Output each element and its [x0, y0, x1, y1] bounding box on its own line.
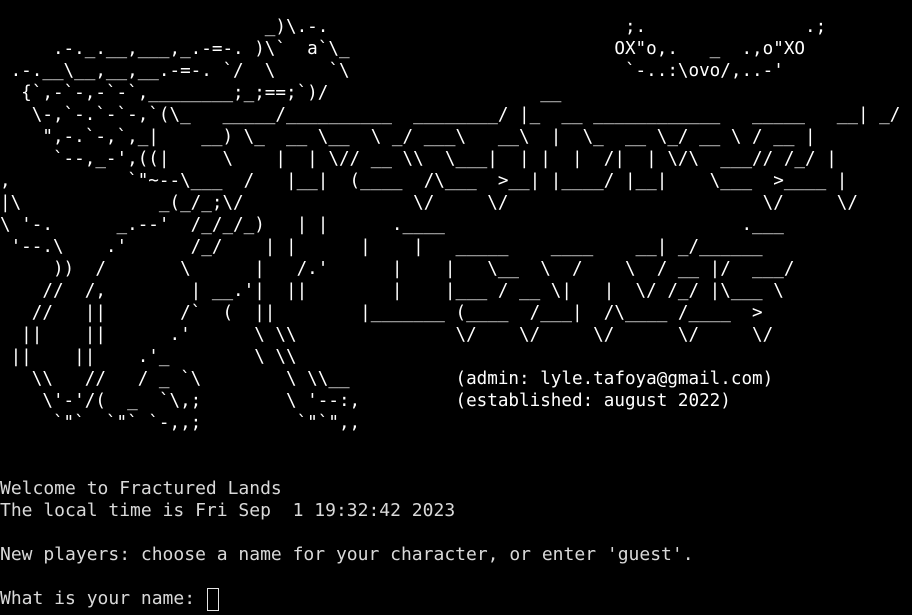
ascii-banner-line-18: \'-'/( _ `\,; \ '--:, (established: augu… — [0, 391, 731, 411]
ascii-banner-line-6: ",-.`-,`,_| __) \_ __ \__ \ _/ ___\ __\ … — [0, 127, 816, 147]
ascii-banner-line-12: )) / \ | /.' | | \__ \ / \ / __ |/ ___/ — [0, 259, 795, 279]
ascii-banner-line-13: // /, | __.'| || | |___ / __ \| | \/ /_/… — [0, 281, 784, 301]
ascii-banner-line-9: |\ _(_/_;\/ \/ \/ \/ \/ — [0, 193, 858, 213]
terminal-window[interactable]: _)\.-. ;. .; .-._.__,___,_.-=-. )\` a`\_… — [0, 0, 912, 615]
ascii-banner-line-14: // || /` ( || |_______ (____ /___| /\___… — [0, 303, 763, 323]
new-player-instructions: New players: choose a name for your char… — [0, 544, 694, 565]
name-prompt-row[interactable]: What is your name: — [0, 588, 219, 611]
welcome-message: Welcome to Fractured Lands — [0, 478, 282, 499]
ascii-banner-line-5: \-,`-.`-`-,`(\_ _____/__________ _______… — [0, 105, 901, 125]
ascii-banner-line-16: || || .'_ \ \\ — [0, 347, 297, 367]
name-prompt-label: What is your name: — [0, 588, 206, 609]
ascii-banner-line-11: '--.\ .' /_/ | | | | _____ ____ __| _/__… — [0, 237, 763, 257]
ascii-banner-line-4: {`,-`-,-`-`,________;_;==;`)/ __ .___ — [0, 83, 912, 103]
ascii-banner-line-15: || || .' \ \\ \/ \/ \/ \/ \/ — [0, 325, 774, 345]
ascii-banner-line-2: .-._.__,___,_.-=-. )\` a`\_ OX"o,. _ .,o… — [0, 39, 806, 59]
ascii-banner-line-19: `"` `"` `-,,; `"`",, — [0, 413, 361, 433]
ascii-banner-line-7: `--,_-',((| \ | | \// __ \\ \___| | | | … — [0, 149, 837, 169]
local-time-message: The local time is Fri Sep 1 19:32:42 202… — [0, 500, 456, 521]
ascii-banner-line-1: _)\.-. ;. .; — [0, 17, 827, 37]
ascii-banner-line-10: \ '-. _.--' /_/_/_) | | .____ .___ — [0, 215, 784, 235]
text-cursor[interactable] — [206, 588, 219, 611]
ascii-banner-line-17: \\ // / _ `\ \ \\__ (admin: lyle.tafoya@… — [0, 369, 774, 389]
ascii-banner-line-3: .-.__\__,__,__.-=-. `/ \ `\ `-..:\ovo/,.… — [0, 61, 784, 81]
ascii-banner-line-8: , `"~--\___ / |__| (____ /\___ >__| |___… — [0, 171, 848, 191]
